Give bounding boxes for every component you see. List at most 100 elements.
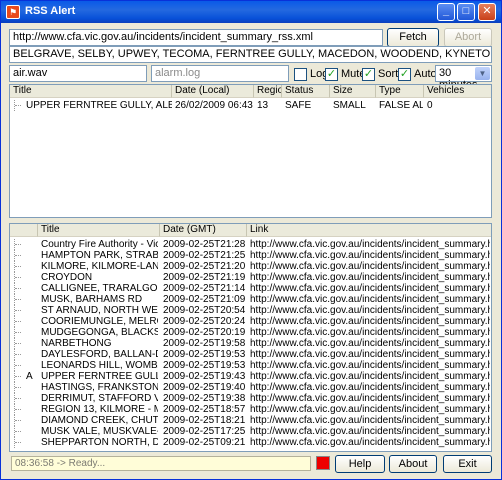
tree-connector (14, 294, 22, 305)
feed-link[interactable]: http://www.cfa.vic.gov.au/incidents/inci… (250, 426, 490, 437)
feed-title: UPPER FERNTREE GULLY, ALBERT ... (41, 371, 158, 382)
feed-link[interactable]: http://www.cfa.vic.gov.au/incidents/inci… (250, 437, 490, 448)
feed-link[interactable]: http://www.cfa.vic.gov.au/incidents/inci… (250, 283, 490, 294)
help-button[interactable]: Help (335, 455, 385, 473)
feed-title: DERRIMUT, STAFFORD VIEW (41, 393, 158, 404)
feed-table[interactable]: Title Date (GMT) Link Country Fire Autho… (9, 223, 492, 452)
feed-row[interactable]: LEONARDS HILL, WOMBAT CREEK ... 2009-02-… (10, 360, 491, 371)
feed-date: 2009-02-25T18:57:00Z (163, 404, 246, 415)
feed-title: KILMORE, KILMORE-LANCEFIELD ... (41, 261, 158, 272)
tree-connector (14, 250, 22, 261)
alarm-indicator (316, 456, 330, 470)
feed-row[interactable]: MUSK VALE, MUSKVALE-HOGANS ... 2009-02-2… (10, 426, 491, 437)
tree-connector (14, 426, 22, 437)
col-header-link[interactable]: Link (247, 224, 491, 237)
col-header-vehicles[interactable]: Vehicles (424, 85, 491, 98)
feed-link[interactable]: http://www.cfa.vic.gov.au/incidents/inci… (250, 360, 490, 371)
feed-url-input[interactable]: http://www.cfa.vic.gov.au/incidents/inci… (9, 29, 383, 46)
auto-checkbox-label: Auto (414, 68, 437, 80)
feed-link[interactable]: http://www.cfa.vic.gov.au/incidents/inci… (250, 382, 490, 393)
feed-row[interactable]: KILMORE, KILMORE-LANCEFIELD ... 2009-02-… (10, 261, 491, 272)
log-file-input[interactable]: alarm.log (151, 65, 289, 82)
feed-date: 2009-02-25T20:19:00Z (163, 327, 246, 338)
feed-link[interactable]: http://www.cfa.vic.gov.au/incidents/inci… (250, 272, 490, 283)
regions-filter-input[interactable]: BELGRAVE, SELBY, UPWEY, TECOMA, FERNTREE… (9, 46, 492, 63)
feed-link[interactable]: http://www.cfa.vic.gov.au/incidents/inci… (250, 261, 490, 272)
feed-link[interactable]: http://www.cfa.vic.gov.au/incidents/inci… (250, 305, 490, 316)
feed-marker: A (26, 371, 33, 382)
feed-row[interactable]: Country Fire Authority - Victoria, ... 2… (10, 239, 491, 250)
col-header-title[interactable]: Title (10, 85, 172, 98)
col-header-title[interactable]: Title (38, 224, 160, 237)
feed-row[interactable]: DERRIMUT, STAFFORD VIEW 2009-02-25T19:38… (10, 393, 491, 404)
alert-title: UPPER FERNTREE GULLY, ALBERT ST (26, 100, 172, 111)
tree-connector (14, 382, 22, 393)
feed-link[interactable]: http://www.cfa.vic.gov.au/incidents/inci… (250, 316, 490, 327)
mute-checkbox-box[interactable]: ✓ (325, 67, 338, 81)
col-header-size[interactable]: Size (330, 85, 376, 98)
feed-link[interactable]: http://www.cfa.vic.gov.au/incidents/inci… (250, 327, 490, 338)
alert-row[interactable]: UPPER FERNTREE GULLY, ALBERT ST 26/02/20… (10, 100, 491, 111)
minimize-icon[interactable]: _ (437, 3, 455, 21)
close-icon[interactable]: ✕ (478, 3, 496, 21)
feed-row[interactable]: SHEPPARTON NORTH, DALDY RD 2009-02-25T09… (10, 437, 491, 448)
feed-row[interactable]: REGION 13, KILMORE - MURRUN... 2009-02-2… (10, 404, 491, 415)
interval-select[interactable]: 30 minutes ▼ (435, 65, 492, 91)
col-header-marker[interactable] (10, 224, 38, 237)
fetch-button[interactable]: Fetch (387, 28, 439, 47)
feed-link[interactable]: http://www.cfa.vic.gov.au/incidents/inci… (250, 349, 490, 360)
tree-connector (14, 305, 22, 316)
feed-row[interactable]: MUSK, BARHAMS RD 2009-02-25T21:09:00Z ht… (10, 294, 491, 305)
mute-checkbox[interactable]: ✓ Mute (325, 67, 365, 81)
window-title: RSS Alert (25, 5, 76, 17)
tree-connector (14, 371, 22, 382)
tree-connector (14, 283, 22, 294)
feed-row[interactable]: COORIEMUNGLE, MELROSE RD 2009-02-25T20:2… (10, 316, 491, 327)
title-bar[interactable]: ⚑ RSS Alert _ □ ✕ (1, 1, 501, 23)
about-button[interactable]: About (389, 455, 437, 473)
chevron-down-icon[interactable]: ▼ (475, 67, 490, 80)
feed-row[interactable]: NARBETHONG 2009-02-25T19:58:00Z http://w… (10, 338, 491, 349)
feed-row[interactable]: MUDGEGONGA, BLACKS FLAT RD 2009-02-25T20… (10, 327, 491, 338)
feed-link[interactable]: http://www.cfa.vic.gov.au/incidents/inci… (250, 393, 490, 404)
feed-title: DIAMOND CREEK, CHUTE ST (41, 415, 158, 426)
feed-row[interactable]: CALLIGNEE, TRARALGON-BALOO... 2009-02-25… (10, 283, 491, 294)
feed-row[interactable]: HAMPTON PARK, STRABANE WAY 2009-02-25T21… (10, 250, 491, 261)
auto-checkbox[interactable]: ✓ Auto (398, 67, 437, 81)
feed-title: MUSK VALE, MUSKVALE-HOGANS ... (41, 426, 158, 437)
tree-connector (14, 327, 22, 338)
log-checkbox-box[interactable] (294, 67, 307, 81)
col-header-type[interactable]: Type (376, 85, 424, 98)
feed-link[interactable]: http://www.cfa.vic.gov.au/incidents/inci… (250, 415, 490, 426)
tree-connector (14, 393, 22, 404)
tree-connector (14, 239, 22, 250)
feed-date: 2009-02-25T19:53:00Z (163, 349, 246, 360)
col-header-status[interactable]: Status (282, 85, 330, 98)
abort-button[interactable]: Abort (444, 28, 492, 47)
feed-date: 2009-02-25T21:20:00Z (163, 261, 246, 272)
feed-row[interactable]: HASTINGS, FRANKSTON-FLINDER... 2009-02-2… (10, 382, 491, 393)
feed-link[interactable]: http://www.cfa.vic.gov.au/incidents/inci… (250, 338, 490, 349)
feed-row[interactable]: DAYLESFORD, BALLAN-DAYLESFO... 2009-02-2… (10, 349, 491, 360)
col-header-date-local[interactable]: Date (Local) (172, 85, 254, 98)
auto-checkbox-box[interactable]: ✓ (398, 67, 411, 81)
sound-file-input[interactable]: air.wav (9, 65, 147, 82)
feed-row[interactable]: CROYDON 2009-02-25T21:19:00Z http://www.… (10, 272, 491, 283)
col-header-region[interactable]: Region (254, 85, 282, 98)
maximize-icon[interactable]: □ (457, 3, 475, 21)
feed-row[interactable]: A UPPER FERNTREE GULLY, ALBERT ... 2009-… (10, 371, 491, 382)
sort-checkbox-box[interactable]: ✓ (362, 67, 375, 81)
alerts-table[interactable]: Title Date (Local) Region Status Size Ty… (9, 84, 492, 218)
exit-button[interactable]: Exit (443, 455, 492, 473)
feed-date: 2009-02-25T21:25:00Z (163, 250, 246, 261)
feed-link[interactable]: http://www.cfa.vic.gov.au/incidents/inci… (250, 250, 490, 261)
feed-link[interactable]: http://www.cfa.vic.gov.au/incidents/inci… (250, 294, 490, 305)
app-icon: ⚑ (6, 5, 20, 19)
feed-row[interactable]: DIAMOND CREEK, CHUTE ST 2009-02-25T18:21… (10, 415, 491, 426)
feed-link[interactable]: http://www.cfa.vic.gov.au/incidents/inci… (250, 404, 490, 415)
feed-link[interactable]: http://www.cfa.vic.gov.au/incidents/inci… (250, 371, 490, 382)
feed-link[interactable]: http://www.cfa.vic.gov.au/incidents/inci… (250, 239, 490, 250)
col-header-date-gmt[interactable]: Date (GMT) (160, 224, 247, 237)
feed-row[interactable]: ST ARNAUD, NORTH WESTERN RD 2009-02-25T2… (10, 305, 491, 316)
sort-checkbox[interactable]: ✓ Sort (362, 67, 398, 81)
